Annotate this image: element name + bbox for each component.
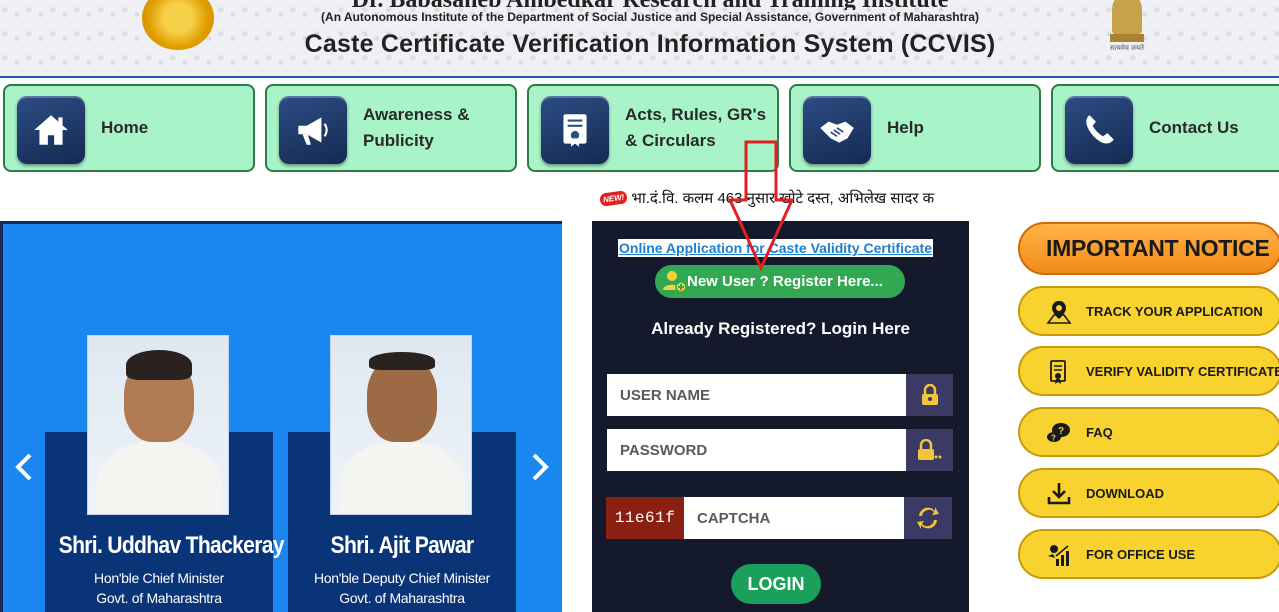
lock-icon	[906, 374, 953, 416]
download-label: DOWNLOAD	[1086, 485, 1164, 501]
verify-certificate-button[interactable]: VERIFY VALIDITY CERTIFICATE	[1018, 346, 1279, 396]
nav-item-awareness[interactable]: Awareness & Publicity	[265, 84, 517, 172]
register-label: New User ? Register Here...	[687, 273, 883, 290]
download-icon	[1047, 483, 1071, 505]
important-notice-button[interactable]: IMPORTANT NOTICE	[1018, 222, 1279, 275]
password-lock-icon	[906, 429, 953, 471]
org-name: Dr. Babasaheb Ambedkar Research and Trai…	[300, 0, 1000, 10]
leaders-slider: Shri. Uddhav Thackeray Hon'ble Chief Min…	[0, 221, 562, 612]
person-name: Shri. Ajit Pawar	[330, 532, 475, 559]
person-role: Hon'ble Deputy Chief Minister	[313, 570, 491, 586]
main-nav: Home Awareness & Publicity Acts, Rules, …	[0, 84, 1279, 172]
login-panel: Online Application for Caste Validity Ce…	[592, 221, 969, 612]
page: Dr. Babasaheb Ambedkar Research and Trai…	[0, 0, 1279, 612]
nav-item-help[interactable]: Help	[789, 84, 1041, 172]
nav-label-help: Help	[887, 118, 924, 137]
nav-label-home: Home	[101, 118, 149, 137]
captcha-input[interactable]	[684, 497, 904, 539]
nav-label-awareness: Awareness & Publicity	[363, 105, 470, 150]
login-button[interactable]: LOGIN	[731, 564, 821, 604]
password-input[interactable]	[607, 429, 906, 471]
chevron-left-icon[interactable]	[13, 452, 35, 491]
download-button[interactable]: DOWNLOAD	[1018, 468, 1279, 518]
nav-item-home[interactable]: Home	[3, 84, 255, 172]
nav-item-contact[interactable]: Contact Us	[1051, 84, 1279, 172]
verify-certificate-icon	[1050, 360, 1066, 384]
person-role: Hon'ble Chief Minister	[94, 570, 224, 586]
faq-button[interactable]: ?? FAQ	[1018, 407, 1279, 457]
svg-text:?: ?	[1051, 434, 1056, 443]
maharashtra-seal-logo	[142, 0, 214, 50]
person-photo-cm	[87, 335, 229, 515]
national-emblem-logo: सत्यमेव जयते	[1104, 0, 1150, 52]
home-icon	[17, 96, 85, 164]
nav-label-acts-rules: Acts, Rules, GR's & Circulars	[625, 105, 767, 150]
emblem-motto: सत्यमेव जयते	[1109, 45, 1145, 52]
chevron-right-icon[interactable]	[529, 452, 551, 491]
person-org: Govt. of Maharashtra	[339, 590, 465, 606]
megaphone-icon	[279, 96, 347, 164]
ticker-text: भा.दं.वि. कलम 463 नुसार खोटे दस्त, अभिले…	[631, 190, 935, 207]
office-chart-icon	[1048, 545, 1069, 566]
person-photo-dcm	[330, 335, 472, 515]
handshake-icon	[803, 96, 871, 164]
page-title: Caste Certificate Verification Informati…	[304, 30, 996, 58]
new-badge: NEW!	[600, 189, 629, 207]
refresh-icon	[917, 507, 939, 529]
refresh-captcha-button[interactable]	[904, 497, 952, 539]
office-use-button[interactable]: FOR OFFICE USE	[1018, 529, 1279, 579]
person-name: Shri. Uddhav Thackeray	[58, 532, 285, 559]
nav-label-contact: Contact Us	[1149, 118, 1239, 137]
nav-item-acts-rules[interactable]: Acts, Rules, GR's & Circulars	[527, 84, 779, 172]
online-application-link[interactable]: Online Application for Caste Validity Ce…	[618, 239, 933, 257]
office-use-label: FOR OFFICE USE	[1086, 546, 1196, 562]
org-subtitle: (An Autonomous Institute of the Departme…	[321, 10, 979, 24]
faq-icon: ??	[1047, 423, 1070, 443]
add-user-icon	[663, 271, 687, 293]
phone-icon	[1065, 96, 1133, 164]
certificate-icon	[541, 96, 609, 164]
login-heading: Already Registered? Login Here	[651, 319, 910, 338]
site-header: Dr. Babasaheb Ambedkar Research and Trai…	[0, 0, 1279, 78]
track-icon	[1046, 301, 1072, 324]
track-label: TRACK YOUR APPLICATION	[1086, 303, 1263, 319]
captcha-image: 11e61f	[606, 497, 684, 539]
faq-label: FAQ	[1086, 424, 1113, 440]
username-input[interactable]	[607, 374, 906, 416]
captcha-field-group	[684, 497, 904, 539]
person-org: Govt. of Maharashtra	[96, 590, 222, 606]
track-application-button[interactable]: TRACK YOUR APPLICATION	[1018, 286, 1279, 336]
verify-label: VERIFY VALIDITY CERTIFICATE	[1086, 363, 1279, 379]
password-field-group	[607, 429, 953, 471]
register-button[interactable]: New User ? Register Here...	[655, 265, 905, 298]
news-ticker[interactable]: NEW! भा.दं.वि. कलम 463 नुसार खोटे दस्त, …	[600, 186, 960, 210]
username-field-group	[607, 374, 953, 416]
